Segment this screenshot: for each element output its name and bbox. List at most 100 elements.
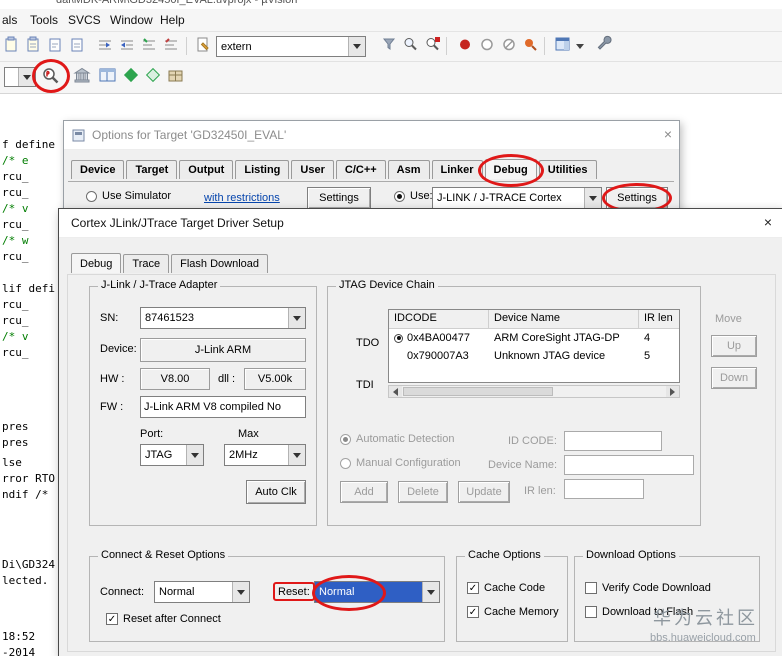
menu-item-tools[interactable]: Tools xyxy=(30,13,58,27)
table-horizontal-scrollbar[interactable] xyxy=(388,385,680,398)
symbol-combo[interactable]: extern xyxy=(216,36,366,57)
comment-icon[interactable] xyxy=(140,35,162,57)
watch-window-icon[interactable] xyxy=(122,65,144,87)
tab-utilities[interactable]: Utilities xyxy=(538,160,597,179)
toolbar-main: extern xyxy=(0,32,782,62)
reset-combo-arrow-button[interactable] xyxy=(422,582,439,602)
checkbox-icon[interactable] xyxy=(585,606,597,618)
tab-user[interactable]: User xyxy=(291,160,334,179)
close-icon[interactable]: × xyxy=(759,214,777,230)
connect-reset-group: Connect & Reset Options Connect: Normal … xyxy=(89,549,445,642)
radio-icon[interactable] xyxy=(394,190,405,202)
undo-icon[interactable] xyxy=(46,35,68,57)
max-clock-combo[interactable]: 2MHz xyxy=(224,444,306,466)
windows-layout-icon[interactable] xyxy=(554,35,576,57)
debug-driver-combo-arrow-button[interactable] xyxy=(584,188,601,208)
checkbox-icon[interactable]: ✓ xyxy=(467,606,479,618)
port-combo-arrow-button[interactable] xyxy=(186,445,203,465)
breakpoint-icon[interactable] xyxy=(456,35,478,57)
max-clock-combo-arrow-button[interactable] xyxy=(288,445,305,465)
configure-icon[interactable] xyxy=(596,35,618,57)
tab-trace-page[interactable]: Trace xyxy=(123,254,170,273)
target-combo-arrow-button[interactable] xyxy=(18,68,35,86)
search-icon[interactable] xyxy=(402,35,424,57)
tdo-label: TDO xyxy=(356,337,380,349)
indent-icon[interactable] xyxy=(118,35,140,57)
tab-output[interactable]: Output xyxy=(179,160,234,179)
menu-item-window[interactable]: Window xyxy=(110,13,153,27)
verify-code-download-checkbox[interactable]: Verify Code Download xyxy=(585,582,711,594)
tab-device[interactable]: Device xyxy=(71,160,125,179)
driver-settings-button[interactable]: Settings xyxy=(602,183,672,213)
close-icon[interactable]: × xyxy=(659,126,677,142)
add-button: Add xyxy=(340,481,388,503)
cache-memory-checkbox[interactable]: ✓ Cache Memory xyxy=(467,606,559,618)
system-viewer-icon[interactable] xyxy=(72,65,94,87)
tab-flash-download-page[interactable]: Flash Download xyxy=(171,254,269,273)
breakpoint-enable-icon[interactable] xyxy=(522,35,544,57)
device-label: Device: xyxy=(100,343,137,355)
code-line: rror RTO xyxy=(2,472,55,485)
windows-icon[interactable] xyxy=(98,65,120,87)
tab-debug[interactable]: Debug xyxy=(477,154,544,187)
tab-linker[interactable]: Linker xyxy=(431,160,483,179)
scrollbar-thumb[interactable] xyxy=(403,387,553,396)
symbol-combo-arrow-button[interactable] xyxy=(348,37,365,56)
menu-item-peripherals[interactable]: als xyxy=(2,13,17,27)
use-driver-radio[interactable]: Use: xyxy=(394,190,433,202)
checkbox-icon[interactable] xyxy=(585,582,597,594)
auto-clk-button[interactable]: Auto Clk xyxy=(246,480,306,504)
menu-item-help[interactable]: Help xyxy=(160,13,185,27)
menu-item-svcs[interactable]: SVCS xyxy=(68,13,101,27)
checkbox-icon[interactable]: ✓ xyxy=(106,613,118,625)
sn-label: SN: xyxy=(100,312,119,324)
tab-listing[interactable]: Listing xyxy=(235,160,290,179)
radio-icon[interactable] xyxy=(86,190,97,202)
cache-code-checkbox[interactable]: ✓ Cache Code xyxy=(467,582,545,594)
tdi-label: TDI xyxy=(356,379,374,391)
reset-combo[interactable]: Normal xyxy=(312,575,440,611)
jtag-device-table[interactable]: IDCODE Device Name IR len 0x4BA00477 ARM… xyxy=(388,309,680,383)
table-row[interactable]: 0x790007A3 Unknown JTAG device 5 xyxy=(389,347,679,365)
uncomment-icon[interactable] xyxy=(162,35,184,57)
edit-document-icon[interactable] xyxy=(194,35,216,57)
paste-icon[interactable] xyxy=(24,35,46,57)
search-highlight-icon[interactable] xyxy=(424,35,446,57)
sn-combo-arrow-button[interactable] xyxy=(288,308,305,328)
tab-cpp[interactable]: C/C++ xyxy=(335,160,386,179)
with-restrictions-link[interactable]: with restrictions xyxy=(204,192,280,204)
connect-combo-arrow-button[interactable] xyxy=(232,582,249,602)
outdent-icon[interactable] xyxy=(96,35,118,57)
tab-asm[interactable]: Asm xyxy=(387,160,430,179)
table-row[interactable]: 0x4BA00477 ARM CoreSight JTAG-DP 4 xyxy=(389,329,679,347)
checkbox-icon[interactable]: ✓ xyxy=(467,582,479,594)
redo-icon[interactable] xyxy=(68,35,90,57)
move-down-button: Down xyxy=(711,367,757,389)
debug-session-icon[interactable] xyxy=(32,59,70,93)
breakpoint-kill-icon[interactable] xyxy=(500,35,522,57)
breakpoint-disable-icon[interactable] xyxy=(478,35,500,57)
max-label: Max xyxy=(238,428,259,440)
package-icon[interactable] xyxy=(166,65,188,87)
copy-icon[interactable] xyxy=(2,35,24,57)
fw-field[interactable]: J-Link ARM V8 compiled No xyxy=(140,396,306,418)
scroll-left-button[interactable] xyxy=(389,386,402,397)
filter-icon[interactable] xyxy=(380,35,402,57)
id-code-label: ID CODE: xyxy=(508,435,557,447)
tab-target[interactable]: Target xyxy=(126,160,178,179)
target-combo[interactable] xyxy=(4,67,36,87)
memory-window-icon[interactable] xyxy=(144,65,166,87)
layout-dropdown-arrow[interactable] xyxy=(574,35,586,57)
cache-options-group: Cache Options ✓ Cache Code ✓ Cache Memor… xyxy=(456,549,568,642)
sn-combo[interactable]: 87461523 xyxy=(140,307,306,329)
scroll-right-button[interactable] xyxy=(666,386,679,397)
tab-debug-page[interactable]: Debug xyxy=(71,253,122,273)
update-button: Update xyxy=(458,481,510,503)
port-combo[interactable]: JTAG xyxy=(140,444,204,466)
use-simulator-radio[interactable]: Use Simulator xyxy=(86,190,171,202)
connect-combo[interactable]: Normal xyxy=(154,581,250,603)
delete-button: Delete xyxy=(398,481,448,503)
reset-after-connect-checkbox[interactable]: ✓ Reset after Connect xyxy=(106,613,221,625)
debug-driver-combo[interactable]: J-LINK / J-TRACE Cortex xyxy=(432,187,602,209)
simulator-settings-button[interactable]: Settings xyxy=(307,187,371,209)
